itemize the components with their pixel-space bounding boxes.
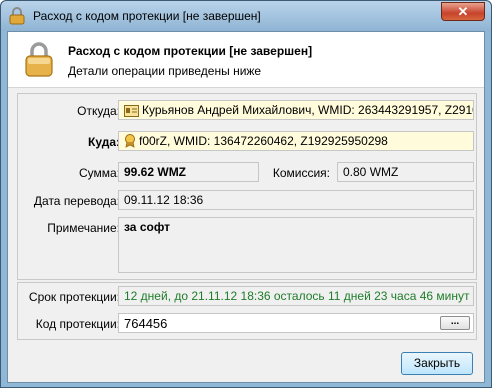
to-value: f00rZ, WMID: 136472260462, Z192925950298 [139,134,388,148]
protection-code-options-button[interactable]: ... [440,316,470,330]
protection-code-label: Код протекции: [35,317,120,331]
date-label: Дата перевода: [33,194,120,208]
id-card-icon [124,105,139,117]
protection-term-field: 12 дней, до 21.11.12 18:36 осталось 11 д… [118,286,474,306]
from-value: Курьянов Андрей Михайлович, WMID: 263443… [142,103,474,117]
close-button[interactable]: Закрыть [401,352,473,375]
commission-field: 0.80 WMZ [337,162,474,182]
amount-label: Сумма: [78,166,120,180]
date-field: 09.11.12 18:36 [118,190,474,210]
amount-field: 99.62 WMZ [118,162,259,182]
note-field: за софт [118,217,474,273]
to-field: f00rZ, WMID: 136472260462, Z192925950298 [118,131,474,151]
lock-icon [25,42,53,77]
note-label: Примечание: [47,221,120,235]
header-title: Расход с кодом протекции [не завершен] [68,44,313,58]
date-note-group: Дата перевода: 09.11.12 18:36 Примечание… [17,184,477,280]
window-close-button[interactable]: ✕ [441,2,485,21]
dialog-header: Расход с кодом протекции [не завершен] Д… [8,32,484,88]
dialog-window: Расход с кодом протекции [не завершен] ✕… [0,0,492,388]
protection-term-label: Срок протекции: [28,290,120,304]
lock-icon [9,7,25,25]
commission-label: Комиссия: [272,166,330,180]
to-label: Куда: [88,135,120,149]
protection-code-value: 764456 [124,316,168,331]
from-label: Откуда: [77,104,120,118]
certificate-icon [125,134,135,148]
title-bar[interactable]: Расход с кодом протекции [не завершен] ✕ [1,1,491,31]
dialog-client-area: Расход с кодом протекции [не завершен] Д… [7,31,485,383]
window-title: Расход с кодом протекции [не завершен] [33,9,261,23]
protection-code-field[interactable]: 764456 ... [118,313,474,333]
header-subtitle: Детали операции приведены ниже [68,64,262,78]
from-field: Курьянов Андрей Михайлович, WMID: 263443… [118,100,474,120]
protection-group: Срок протекции: 12 дней, до 21.11.12 18:… [17,282,477,340]
